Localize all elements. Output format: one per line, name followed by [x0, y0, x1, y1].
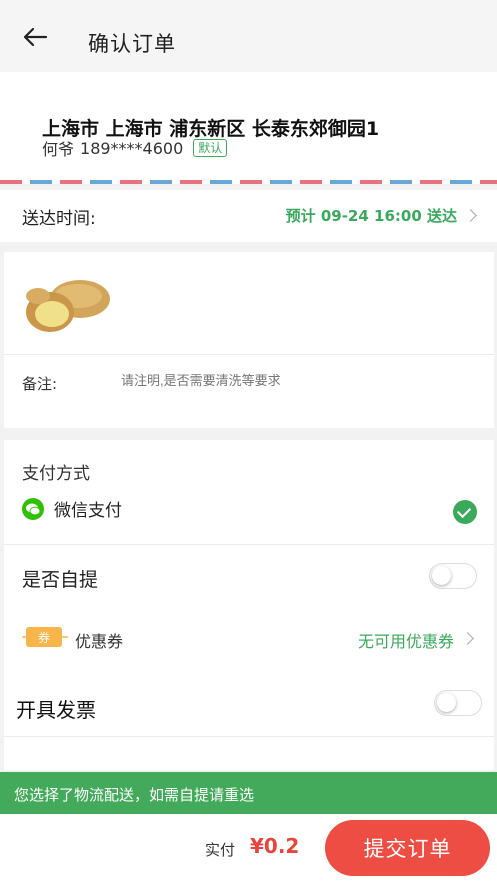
default-badge: 默认 [193, 139, 228, 157]
coupon-icon-text: 券 [38, 630, 50, 645]
submit-order-button[interactable]: 提交订单 [325, 820, 490, 876]
invoice-toggle[interactable] [434, 690, 482, 716]
address-card[interactable]: 上海市 上海市 浦东新区 长泰东郊御园1 何爷 189****4600 默认 [0, 72, 497, 184]
divider [4, 354, 494, 355]
airmail-border-divider [0, 180, 497, 184]
note-label: 备注: [22, 375, 58, 393]
goods-card: 备注: [4, 252, 494, 428]
paid-amount: ¥0.2 [250, 834, 300, 858]
coupon-icon: 券 [22, 627, 68, 647]
payment-method-label: 微信支付 [54, 501, 122, 521]
payment-method-wechat[interactable]: 微信支付 [22, 496, 122, 521]
divider [4, 736, 494, 737]
tip-text: 您选择了物流配送，如需自提请重选 [14, 786, 255, 804]
delivery-tip-banner: 您选择了物流配送，如需自提请重选 [0, 772, 497, 814]
potato-image [26, 280, 110, 332]
divider [4, 544, 494, 545]
self-pickup-label: 是否自提 [22, 569, 99, 591]
chevron-right-icon [461, 632, 474, 645]
page-title: 确认订单 [88, 32, 176, 56]
paid-label: 实付 [205, 841, 236, 859]
delivery-time-label: 送达时间: [22, 209, 96, 229]
contact-name: 何爷 [42, 140, 75, 159]
nav-bar: 确认订单 [0, 0, 497, 72]
invoice-label: 开具发票 [16, 698, 96, 722]
contact-line: 何爷 189****4600 默认 [42, 136, 228, 160]
payment-section: 支付方式 微信支付 是否自提 券 优惠券 无可用优惠券 开具发票 [4, 440, 494, 770]
coupon-value[interactable]: 无可用优惠券 [358, 628, 454, 652]
note-input[interactable] [121, 373, 421, 388]
delivery-time-value: 预计 09-24 16:00 送达 [285, 207, 457, 225]
self-pickup-toggle[interactable] [429, 563, 477, 589]
delivery-time-row[interactable]: 送达时间: 预计 09-24 16:00 送达 [0, 190, 497, 242]
check-circle-icon[interactable] [453, 500, 477, 524]
payment-heading: 支付方式 [22, 464, 90, 484]
checkout-bar: 实付 ¥0.2 提交订单 [0, 814, 497, 883]
arrow-left-icon[interactable] [22, 26, 48, 48]
wechat-icon [22, 497, 44, 520]
chevron-right-icon [464, 209, 477, 222]
coupon-label: 优惠券 [75, 632, 124, 651]
contact-phone: 189****4600 [80, 138, 184, 158]
